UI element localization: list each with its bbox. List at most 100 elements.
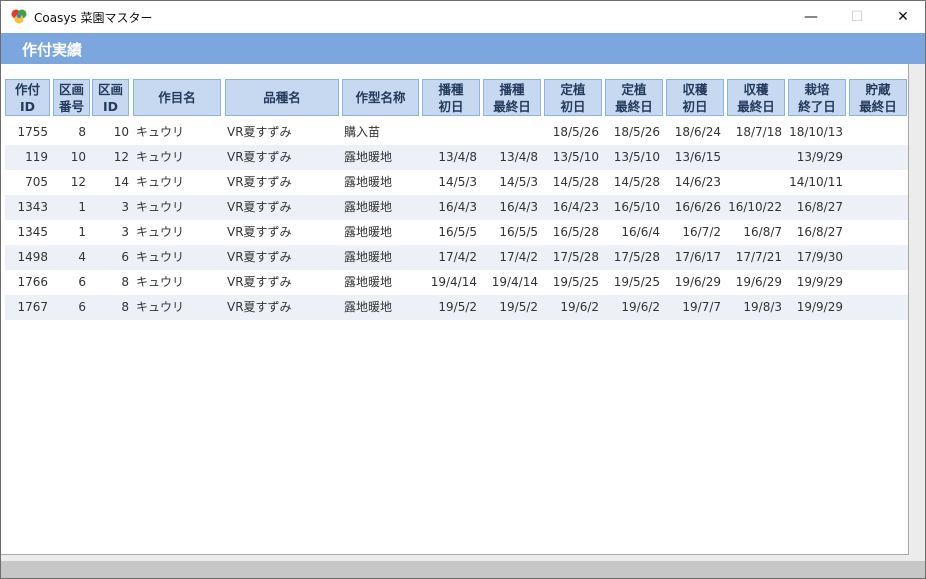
maximize-icon: ☐ (850, 9, 864, 25)
cell-cropping-type: 露地暖地 (344, 300, 393, 314)
title-bar[interactable]: Coasys 菜園マスター — ☐ ✕ (1, 1, 925, 33)
cell-plot-number: 6 (78, 275, 86, 289)
cell-planting-id: 1767 (17, 300, 48, 314)
cell-cropping-type: 露地暖地 (344, 200, 393, 214)
cell-plot-id: 8 (121, 275, 129, 289)
column-header-cropping-type[interactable]: 作型名称 (342, 79, 419, 116)
cell-planting-id: 1498 (17, 250, 48, 264)
cell-storage-end (849, 295, 904, 320)
column-header-crop-name[interactable]: 作目名 (133, 79, 221, 116)
cell-harvest-end: 17/7/21 (735, 250, 782, 264)
column-header-storage-end[interactable]: 貯蔵 最終日 (849, 79, 907, 116)
cell-planting-start: 14/5/28 (552, 175, 599, 189)
cell-cultivation-end: 17/9/30 (796, 250, 843, 264)
cell-plot-number: 1 (78, 200, 86, 214)
table-row[interactable]: 1766 6 8 キュウリ VR夏すずみ 露地暖地 19/4/14 19/4/14 19/5/2… (5, 270, 908, 295)
cell-planting-end: 19/6/2 (621, 300, 660, 314)
app-window: Coasys 菜園マスター — ☐ ✕ 作付実績 作付 ID 区画 番号 区画 ID… (0, 0, 926, 579)
cell-harvest-start: 14/6/23 (674, 175, 721, 189)
table-row[interactable]: 1498 4 6 キュウリ VR夏すずみ 露地暖地 17/4/2 17/4/2 17/5/28 1… (5, 245, 908, 270)
cell-plot-number: 8 (78, 125, 86, 139)
cell-harvest-start: 13/6/15 (674, 150, 721, 164)
column-header-planting-id[interactable]: 作付 ID (5, 79, 50, 116)
close-icon: ✕ (897, 9, 909, 25)
cell-sowing-end: 16/4/3 (499, 200, 538, 214)
cell-storage-end (849, 245, 904, 270)
minimize-icon: — (804, 9, 818, 25)
cell-harvest-end: 19/6/29 (735, 275, 782, 289)
cell-planting-id: 119 (25, 150, 48, 164)
cell-variety-name: VR夏すずみ (227, 175, 292, 189)
cell-cultivation-end: 19/9/29 (796, 300, 843, 314)
close-button[interactable]: ✕ (880, 1, 925, 33)
cell-planting-id: 705 (25, 175, 48, 189)
cell-cultivation-end: 18/10/13 (789, 125, 843, 139)
column-header-harvest-start[interactable]: 収穫 初日 (666, 79, 724, 116)
cell-sowing-start: 13/4/8 (438, 150, 477, 164)
cell-cropping-type: 露地暖地 (344, 150, 393, 164)
cell-plot-id: 6 (121, 250, 129, 264)
cell-crop-name: キュウリ (136, 175, 185, 189)
cell-cropping-type: 露地暖地 (344, 175, 393, 189)
cell-plot-number: 4 (78, 250, 86, 264)
cell-cultivation-end: 19/9/29 (796, 275, 843, 289)
column-header-sowing-start[interactable]: 播種 初日 (422, 79, 480, 116)
cell-variety-name: VR夏すずみ (227, 150, 292, 164)
column-header-cultivation-end[interactable]: 栽培 終了日 (788, 79, 846, 116)
cell-plot-id: 8 (121, 300, 129, 314)
cell-sowing-start: 19/5/2 (438, 300, 477, 314)
cell-cropping-type: 露地暖地 (344, 225, 393, 239)
column-header-variety-name[interactable]: 品種名 (225, 79, 339, 116)
cell-cultivation-end: 16/8/27 (796, 225, 843, 239)
table-row[interactable]: 1345 1 3 キュウリ VR夏すずみ 露地暖地 16/5/5 16/5/5 16/5/28 1… (5, 220, 908, 245)
table-row[interactable]: 1755 8 10 キュウリ VR夏すずみ 購入苗 18/5/26 18/5/26 18/6/2… (5, 120, 908, 145)
column-header-harvest-end[interactable]: 収穫 最終日 (727, 79, 785, 116)
cell-variety-name: VR夏すずみ (227, 225, 292, 239)
cell-planting-end: 13/5/10 (613, 150, 660, 164)
cell-harvest-start: 16/7/2 (682, 225, 721, 239)
cell-planting-end: 17/5/28 (613, 250, 660, 264)
cell-sowing-start: 17/4/2 (438, 250, 477, 264)
table-row[interactable]: 705 12 14 キュウリ VR夏すずみ 露地暖地 14/5/3 14/5/3 14/5/28… (5, 170, 908, 195)
cell-harvest-start: 18/6/24 (674, 125, 721, 139)
cell-planting-id: 1766 (17, 275, 48, 289)
cell-sowing-start: 14/5/3 (438, 175, 477, 189)
cell-planting-start: 16/5/28 (552, 225, 599, 239)
table-row[interactable]: 1343 1 3 キュウリ VR夏すずみ 露地暖地 16/4/3 16/4/3 16/4/23 1… (5, 195, 908, 220)
cell-harvest-end: 18/7/18 (735, 125, 782, 139)
column-header-sowing-end[interactable]: 播種 最終日 (483, 79, 541, 116)
cell-crop-name: キュウリ (136, 125, 185, 139)
column-header-planting-start[interactable]: 定植 初日 (544, 79, 602, 116)
cell-sowing-start (422, 120, 477, 145)
cell-cropping-type: 露地暖地 (344, 250, 393, 264)
column-header-planting-end[interactable]: 定植 最終日 (605, 79, 663, 116)
cell-sowing-end: 16/5/5 (499, 225, 538, 239)
cell-planting-start: 18/5/26 (552, 125, 599, 139)
cell-plot-id: 3 (121, 225, 129, 239)
cell-planting-end: 16/5/10 (613, 200, 660, 214)
cell-variety-name: VR夏すずみ (227, 250, 292, 264)
cell-variety-name: VR夏すずみ (227, 200, 292, 214)
cell-plot-number: 10 (70, 150, 86, 164)
cell-harvest-start: 19/6/29 (674, 275, 721, 289)
cell-sowing-end: 17/4/2 (499, 250, 538, 264)
cell-planting-id: 1755 (17, 125, 48, 139)
cell-variety-name: VR夏すずみ (227, 125, 292, 139)
cell-plot-number: 12 (70, 175, 86, 189)
column-header-plot-id[interactable]: 区画 ID (92, 79, 129, 116)
cell-harvest-end: 16/10/22 (728, 200, 782, 214)
cell-storage-end (849, 145, 904, 170)
cell-crop-name: キュウリ (136, 300, 185, 314)
table-row[interactable]: 1767 6 8 キュウリ VR夏すずみ 露地暖地 19/5/2 19/5/2 19/6/2 19… (5, 295, 908, 320)
minimize-button[interactable]: — (788, 1, 834, 33)
cell-variety-name: VR夏すずみ (227, 275, 292, 289)
cell-crop-name: キュウリ (136, 200, 185, 214)
cell-harvest-end: 19/8/3 (743, 300, 782, 314)
cell-planting-start: 19/5/25 (552, 275, 599, 289)
cell-planting-id: 1345 (17, 225, 48, 239)
cell-crop-name: キュウリ (136, 275, 185, 289)
column-header-plot-number[interactable]: 区画 番号 (53, 79, 90, 116)
cell-crop-name: キュウリ (136, 250, 185, 264)
table-row[interactable]: 119 10 12 キュウリ VR夏すずみ 露地暖地 13/4/8 13/4/8 13/5/10… (5, 145, 908, 170)
maximize-button[interactable]: ☐ (834, 1, 880, 33)
